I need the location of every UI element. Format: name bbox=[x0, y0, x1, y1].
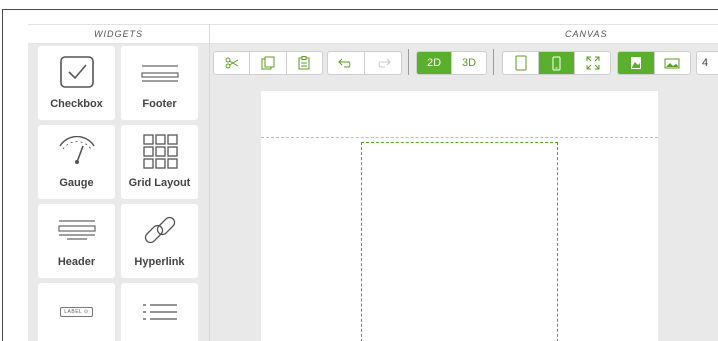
grid-layout-icon bbox=[121, 134, 198, 169]
label-icon-text: LABEL ⊙ bbox=[60, 307, 93, 317]
landscape-button[interactable] bbox=[655, 52, 691, 74]
copy-icon bbox=[261, 56, 275, 70]
expand-icon bbox=[586, 56, 599, 70]
widget-label: Footer bbox=[142, 98, 177, 110]
widget-grid-layout[interactable]: Grid Layout bbox=[121, 125, 198, 199]
toolbar-separator bbox=[408, 49, 409, 75]
copy-button[interactable] bbox=[250, 52, 287, 74]
widget-hyperlink[interactable]: Hyperlink bbox=[121, 204, 198, 278]
paste-button[interactable] bbox=[287, 52, 322, 74]
widget-label: Hyperlink bbox=[134, 256, 185, 268]
fullscreen-button[interactable] bbox=[575, 52, 610, 74]
toolbar-separator bbox=[493, 49, 494, 75]
device-toolbar-group bbox=[502, 51, 611, 75]
hyperlink-icon bbox=[121, 214, 198, 246]
canvas-header: CANVAS bbox=[210, 24, 718, 44]
canvas-area: CANVAS 2D 3D 4 bbox=[209, 24, 718, 341]
canvas-page[interactable] bbox=[261, 91, 658, 341]
app-window: WIDGETS Checkbox Footer Gauge Grid Layou… bbox=[2, 9, 718, 341]
history-toolbar-group bbox=[327, 51, 402, 75]
orientation-toolbar-group bbox=[617, 51, 691, 75]
cut-button[interactable] bbox=[214, 52, 251, 74]
portrait-button[interactable] bbox=[618, 52, 655, 74]
phone-icon bbox=[552, 56, 561, 70]
undo-button[interactable] bbox=[328, 52, 365, 74]
checkbox-icon bbox=[38, 56, 115, 88]
canvas-title: CANVAS bbox=[565, 29, 608, 39]
view-2d-button[interactable]: 2D bbox=[417, 52, 452, 74]
tablet-icon bbox=[515, 55, 526, 71]
zoom-toolbar-group: 4 bbox=[696, 51, 718, 75]
footer-icon bbox=[121, 56, 198, 88]
redo-icon bbox=[378, 58, 391, 68]
widget-label-item[interactable]: LABEL ⊙ bbox=[38, 283, 115, 341]
header-icon bbox=[38, 214, 115, 246]
phone-view-button[interactable] bbox=[539, 52, 575, 74]
widget-label: Header bbox=[57, 256, 96, 268]
landscape-image-icon bbox=[664, 58, 680, 68]
widget-list[interactable] bbox=[121, 283, 198, 341]
view-3d-button[interactable]: 3D bbox=[452, 52, 486, 74]
widget-checkbox[interactable]: Checkbox bbox=[38, 46, 115, 120]
widget-footer[interactable]: Footer bbox=[121, 46, 198, 120]
view-mode-group: 2D 3D bbox=[416, 51, 487, 75]
widget-label: Grid Layout bbox=[128, 177, 191, 189]
label-icon: LABEL ⊙ bbox=[38, 304, 115, 320]
widgets-panel: WIDGETS Checkbox Footer Gauge Grid Layou… bbox=[28, 24, 209, 341]
zoom-level[interactable]: 4 bbox=[697, 52, 718, 74]
widget-gauge[interactable]: Gauge bbox=[38, 125, 115, 199]
header-guide-line bbox=[261, 137, 658, 138]
widgets-panel-title: WIDGETS bbox=[28, 24, 209, 44]
edit-toolbar-group bbox=[213, 51, 323, 75]
widget-label: Checkbox bbox=[50, 98, 103, 110]
scissors-icon bbox=[225, 57, 238, 69]
tablet-view-button[interactable] bbox=[503, 52, 539, 74]
widget-label: Gauge bbox=[59, 177, 94, 189]
undo-icon bbox=[338, 58, 351, 68]
gauge-icon bbox=[38, 135, 115, 167]
list-icon bbox=[121, 296, 198, 328]
portrait-image-icon bbox=[630, 57, 641, 69]
device-frame-guide bbox=[361, 142, 558, 341]
paste-icon bbox=[298, 56, 310, 70]
redo-button[interactable] bbox=[365, 52, 401, 74]
widget-header[interactable]: Header bbox=[38, 204, 115, 278]
